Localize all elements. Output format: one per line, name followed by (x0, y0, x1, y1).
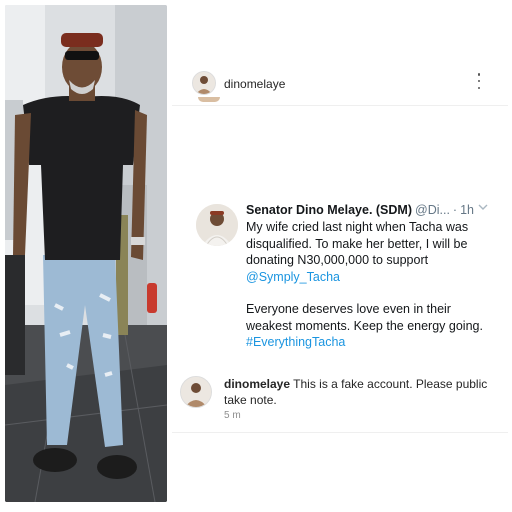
avatar-edge-decoration (198, 97, 220, 102)
caption-comment: dinomelaye This is a fake account. Pleas… (172, 370, 508, 433)
tweet-handle: @Di... (415, 203, 450, 217)
tweet-card: Senator Dino Melaye. (SDM) @Di... · 1h My w… (196, 200, 496, 350)
tweet-body: My wife cried last night when Tacha was … (246, 219, 496, 351)
tweet-hashtag-link[interactable]: #EverythingTacha (246, 335, 345, 349)
chevron-down-icon[interactable] (476, 200, 490, 214)
tweet-text-line2: Everyone deserves love even in their wea… (246, 302, 483, 333)
post-username[interactable]: dinomelaye (224, 77, 285, 91)
tweet-text-line1: My wife cried last night when Tacha was … (246, 220, 469, 267)
tweet-time: 1h (460, 203, 474, 217)
comment-username[interactable]: dinomelaye (224, 377, 290, 391)
tweet-avatar (196, 204, 238, 246)
post-photo (5, 5, 167, 502)
comment-text: dinomelaye This is a fake account. Pleas… (224, 376, 504, 408)
tweet-mention-link[interactable]: @Symply_Tacha (246, 270, 340, 284)
more-vertical-icon[interactable] (476, 73, 482, 89)
comment-avatar[interactable] (180, 376, 212, 408)
tweet-author-name: Senator Dino Melaye. (SDM) (246, 203, 412, 217)
post-header: dinomelaye (172, 67, 508, 106)
tweet-header: Senator Dino Melaye. (SDM) @Di... · 1h (246, 203, 474, 217)
instagram-post-panel: dinomelaye Senator Dino Melaye. (SDM) @Di… (172, 5, 508, 502)
tweet-separator: · (452, 203, 458, 217)
profile-avatar[interactable] (192, 71, 216, 95)
man-standing-photo (5, 5, 167, 502)
comment-timestamp: 5 m (224, 410, 241, 421)
